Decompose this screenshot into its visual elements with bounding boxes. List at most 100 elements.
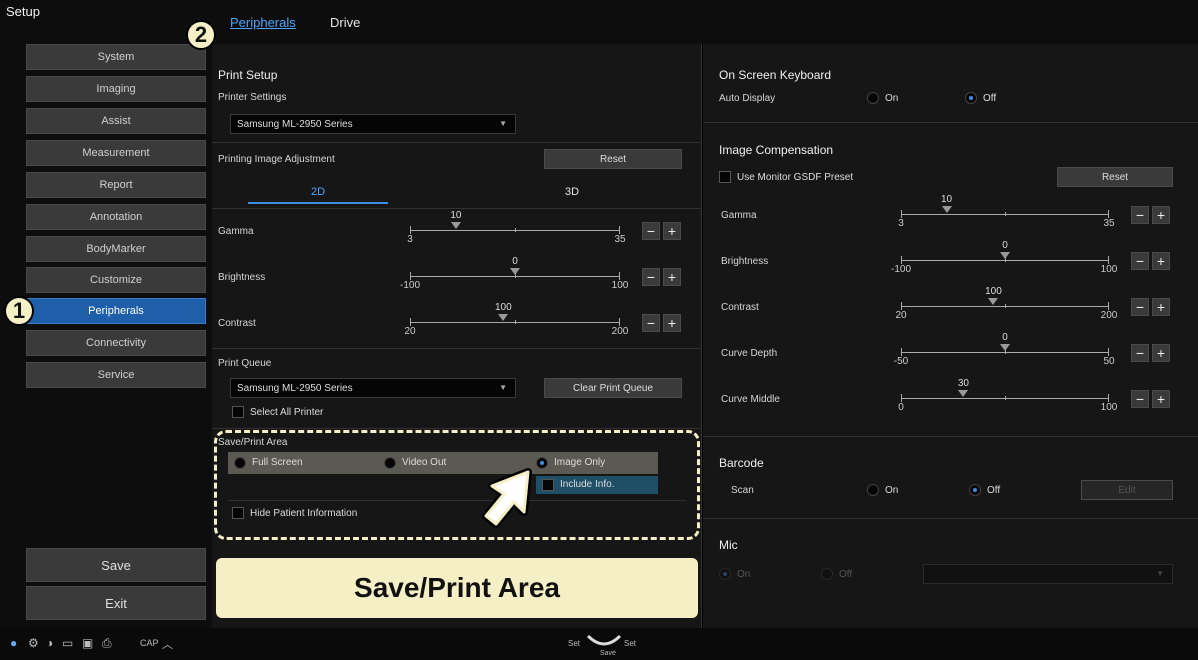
auto-display-off-radio[interactable]: [965, 92, 977, 104]
sidebar-item-service[interactable]: Service: [26, 362, 206, 388]
printer-settings-label: Printer Settings: [218, 92, 287, 103]
curve-middle-plus-button[interactable]: +: [1152, 390, 1170, 408]
scan-label: Scan: [731, 485, 754, 496]
comp-gamma-slider[interactable]: 10 3 35: [898, 194, 1114, 236]
user-icon: ●: [10, 636, 18, 650]
print-gamma-minus-button[interactable]: −: [642, 222, 660, 240]
tab-drive[interactable]: Drive: [330, 15, 360, 30]
barcode-title: Barcode: [719, 456, 764, 470]
comp-gamma-plus-button[interactable]: +: [1152, 206, 1170, 224]
use-monitor-gsdf-checkbox[interactable]: [719, 171, 731, 183]
subtab-2d[interactable]: 2D: [248, 186, 388, 204]
set-left-label: Set: [568, 639, 581, 648]
curve-depth-plus-button[interactable]: +: [1152, 344, 1170, 362]
sidebar-item-annotation[interactable]: Annotation: [26, 204, 206, 230]
sidebar-item-bodymarker[interactable]: BodyMarker: [26, 236, 206, 262]
sidebar-item-peripherals[interactable]: Peripherals: [26, 298, 206, 324]
print-brightness-minus-button[interactable]: −: [642, 268, 660, 286]
comp-brightness-minus-button[interactable]: −: [1131, 252, 1149, 270]
sidebar-item-imaging[interactable]: Imaging: [26, 76, 206, 102]
pointer-arrow-icon: [482, 468, 532, 528]
display-settings-panel: On Screen Keyboard Auto Display On Off I…: [703, 44, 1198, 628]
monitor-icon: ▣: [82, 636, 94, 650]
clear-print-queue-button[interactable]: Clear Print Queue: [544, 378, 682, 398]
curve-depth-minus-button[interactable]: −: [1131, 344, 1149, 362]
subtab-3d[interactable]: 3D: [502, 186, 642, 198]
print-brightness-plus-button[interactable]: +: [663, 268, 681, 286]
caret-down-icon: ▼: [499, 383, 507, 392]
sidebar-item-report[interactable]: Report: [26, 172, 206, 198]
print-queue-label: Print Queue: [218, 358, 272, 369]
mic-title: Mic: [719, 538, 738, 552]
print-setup-panel: Print Setup Printer Settings Samsung ML-…: [212, 44, 702, 628]
status-bar: ● ⚙ ◑ ▭ ▣ ⎙ CAP ︿ Set Set Save: [0, 628, 1198, 660]
save-button[interactable]: Save: [26, 548, 206, 582]
mic-on-radio[interactable]: [719, 568, 731, 580]
comp-gamma-label: Gamma: [721, 210, 757, 221]
comp-contrast-plus-button[interactable]: +: [1152, 298, 1170, 316]
sidebar-item-connectivity[interactable]: Connectivity: [26, 330, 206, 356]
tab-bar: Peripherals Drive: [212, 0, 1198, 44]
comp-brightness-plus-button[interactable]: +: [1152, 252, 1170, 270]
save-small-label: Save: [600, 650, 616, 657]
print-contrast-slider[interactable]: 100 20 200: [404, 302, 628, 344]
barcode-edit-button[interactable]: Edit: [1081, 480, 1173, 500]
comp-contrast-slider[interactable]: 100 20 200: [895, 286, 1117, 328]
network-icon: ⚙: [28, 636, 39, 650]
mic-device-dropdown[interactable]: ▼: [923, 564, 1173, 584]
storage-icon: ▭: [62, 636, 74, 650]
save-print-area-highlight: [214, 430, 700, 540]
chevron-up-icon[interactable]: ︿: [162, 636, 173, 652]
exit-button[interactable]: Exit: [26, 586, 206, 620]
sidebar-item-system[interactable]: System: [26, 44, 206, 70]
print-brightness-label: Brightness: [218, 272, 266, 283]
sidebar-item-assist[interactable]: Assist: [26, 108, 206, 134]
set-right-label: Set: [624, 639, 637, 648]
curve-middle-minus-button[interactable]: −: [1131, 390, 1149, 408]
comp-contrast-label: Contrast: [721, 302, 759, 313]
mic-off-radio[interactable]: [821, 568, 833, 580]
caret-down-icon: ▼: [1156, 569, 1164, 578]
select-all-printer-checkbox[interactable]: [232, 406, 244, 418]
curve-middle-label: Curve Middle: [721, 394, 780, 405]
comp-brightness-slider[interactable]: 0 -100 100: [891, 240, 1117, 282]
scan-off-label: Off: [987, 485, 1001, 496]
comp-gamma-minus-button[interactable]: −: [1131, 206, 1149, 224]
caps-lock-indicator: CAP: [140, 638, 159, 648]
printer-settings-dropdown[interactable]: Samsung ML-2950 Series ▼: [230, 114, 516, 134]
sidebar-item-measurement[interactable]: Measurement: [26, 140, 206, 166]
print-contrast-label: Contrast: [218, 318, 256, 329]
comp-contrast-minus-button[interactable]: −: [1131, 298, 1149, 316]
save-print-area-caption: Save/Print Area: [216, 558, 698, 618]
trackball-icon: [586, 634, 622, 646]
mic-on-label: On: [737, 569, 751, 580]
print-queue-dropdown[interactable]: Samsung ML-2950 Series ▼: [230, 378, 516, 398]
curve-depth-slider[interactable]: 0 -50 50: [894, 332, 1115, 374]
scan-off-radio[interactable]: [969, 484, 981, 496]
tab-peripherals[interactable]: Peripherals: [230, 15, 296, 30]
print-gamma-plus-button[interactable]: +: [663, 222, 681, 240]
print-contrast-minus-button[interactable]: −: [642, 314, 660, 332]
reset-compensation-button[interactable]: Reset: [1057, 167, 1173, 187]
select-all-printer-label: Select All Printer: [250, 407, 324, 418]
auto-display-label: Auto Display: [719, 93, 776, 104]
curve-depth-label: Curve Depth: [721, 348, 778, 359]
reset-print-adjustment-button[interactable]: Reset: [544, 149, 682, 169]
print-contrast-plus-button[interactable]: +: [663, 314, 681, 332]
mic-off-label: Off: [839, 569, 853, 580]
printer-icon: ⎙: [102, 636, 112, 650]
callout-one: 1: [4, 296, 34, 326]
use-monitor-gsdf-label: Use Monitor GSDF Preset: [737, 172, 854, 183]
printer-settings-value: Samsung ML-2950 Series: [237, 118, 353, 130]
print-queue-value: Samsung ML-2950 Series: [237, 382, 353, 394]
print-setup-title: Print Setup: [218, 68, 278, 82]
print-brightness-slider[interactable]: 0 -100 100: [400, 256, 628, 298]
auto-display-on-radio[interactable]: [867, 92, 879, 104]
print-gamma-slider[interactable]: 10 3 35: [407, 210, 625, 252]
curve-middle-slider[interactable]: 30 0 100: [898, 378, 1117, 420]
print-gamma-label: Gamma: [218, 226, 254, 237]
scan-on-radio[interactable]: [867, 484, 879, 496]
printing-image-adjustment-label: Printing Image Adjustment: [218, 154, 335, 165]
auto-display-on-label: On: [885, 93, 899, 104]
sidebar-item-customize[interactable]: Customize: [26, 267, 206, 293]
